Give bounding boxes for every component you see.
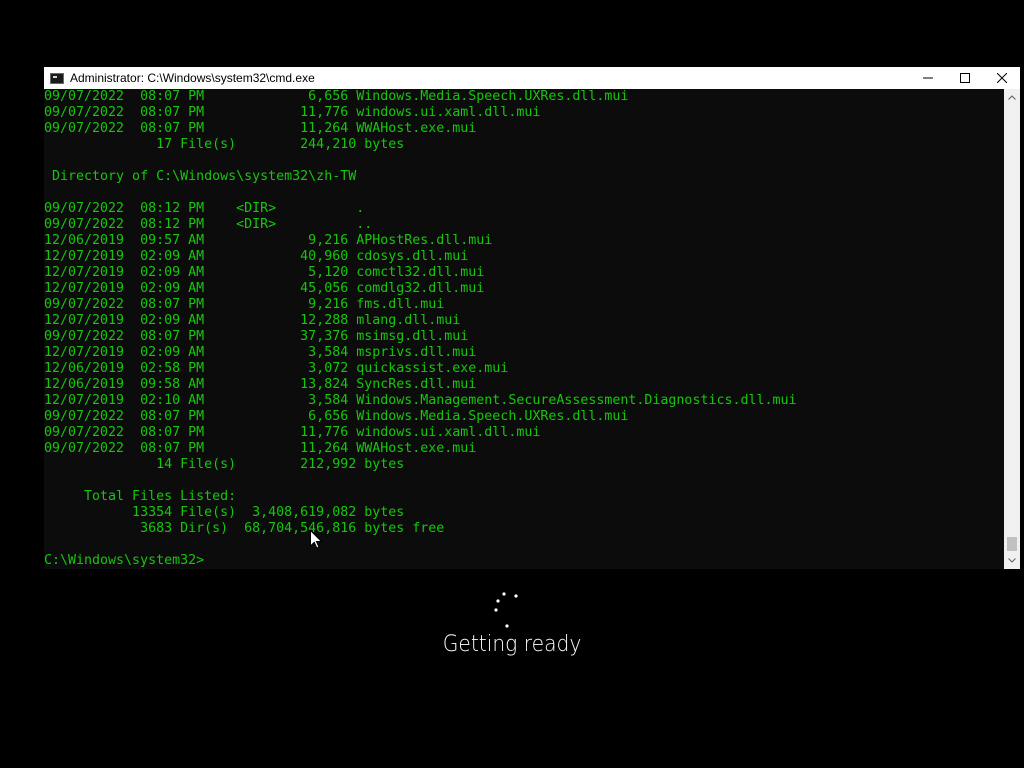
close-button[interactable] [983, 67, 1020, 89]
console-line: 12/06/2019 09:57 AM 9,216 APHostRes.dll.… [44, 233, 493, 248]
console-line: 12/07/2019 02:10 AM 3,584 Windows.Manage… [44, 393, 797, 408]
console-line: 12/06/2019 09:58 AM 13,824 SyncRes.dll.m… [44, 377, 477, 392]
status-text: Getting ready [442, 632, 582, 657]
console-line: Total Files Listed: [44, 489, 237, 504]
console-line: 12/07/2019 02:09 AM 5,120 comctl32.dll.m… [44, 265, 485, 280]
console-line: 09/07/2022 08:07 PM 9,216 fms.dll.mui [44, 297, 445, 312]
window-controls [909, 67, 1020, 89]
console-line: 17 File(s) 244,210 bytes [44, 137, 405, 152]
window-title: Administrator: C:\Windows\system32\cmd.e… [70, 71, 315, 85]
console-line: 12/07/2019 02:09 AM 40,960 cdosys.dll.mu… [44, 249, 469, 264]
console-line: Directory of C:\Windows\system32\zh-TW [44, 169, 357, 184]
maximize-button[interactable] [946, 67, 983, 89]
chevron-down-icon [1008, 558, 1016, 563]
scrollbar-thumb[interactable] [1007, 537, 1017, 551]
console-line: 3683 Dir(s) 68,704,546,816 bytes free [44, 521, 445, 536]
loading-spinner-icon [494, 592, 518, 628]
chevron-up-icon [1008, 95, 1016, 100]
minimize-button[interactable] [909, 67, 946, 89]
console-line: 09/07/2022 08:07 PM 11,776 windows.ui.xa… [44, 105, 541, 120]
vertical-scrollbar[interactable] [1004, 89, 1020, 569]
cmd-window[interactable]: Administrator: C:\Windows\system32\cmd.e… [44, 67, 1020, 569]
console-line: 09/07/2022 08:07 PM 37,376 msimsg.dll.mu… [44, 329, 469, 344]
console-line: 09/07/2022 08:07 PM 11,776 windows.ui.xa… [44, 425, 541, 440]
console-line: 09/07/2022 08:07 PM 11,264 WWAHost.exe.m… [44, 121, 477, 136]
close-icon [996, 73, 1007, 83]
console-line: 12/07/2019 02:09 AM 12,288 mlang.dll.mui [44, 313, 461, 328]
console-line: 13354 File(s) 3,408,619,082 bytes [44, 505, 405, 520]
console-line: 09/07/2022 08:12 PM <DIR> .. [44, 217, 373, 232]
console-line: 12/07/2019 02:09 AM 45,056 comdlg32.dll.… [44, 281, 485, 296]
console-line: 14 File(s) 212,992 bytes [44, 457, 405, 472]
console-line: C:\Windows\system32> [44, 553, 205, 568]
console-line: 09/07/2022 08:07 PM 6,656 Windows.Media.… [44, 409, 629, 424]
cmd-icon [50, 72, 64, 84]
minimize-icon [922, 77, 933, 79]
console-line: 09/07/2022 08:12 PM <DIR> . [44, 201, 365, 216]
console-line: 09/07/2022 08:07 PM 6,656 Windows.Media.… [44, 89, 629, 104]
console-output[interactable]: 09/07/2022 08:07 PM 6,656 Windows.Media.… [44, 89, 1004, 569]
mouse-cursor-icon [310, 530, 322, 549]
title-bar[interactable]: Administrator: C:\Windows\system32\cmd.e… [44, 67, 1020, 89]
console-line: 09/07/2022 08:07 PM 11,264 WWAHost.exe.m… [44, 441, 477, 456]
console-line: 12/07/2019 02:09 AM 3,584 msprivs.dll.mu… [44, 345, 477, 360]
console-line: 12/06/2019 02:58 PM 3,072 quickassist.ex… [44, 361, 509, 376]
maximize-icon [959, 73, 970, 83]
scroll-down-button[interactable] [1004, 552, 1020, 569]
scroll-up-button[interactable] [1004, 89, 1020, 106]
